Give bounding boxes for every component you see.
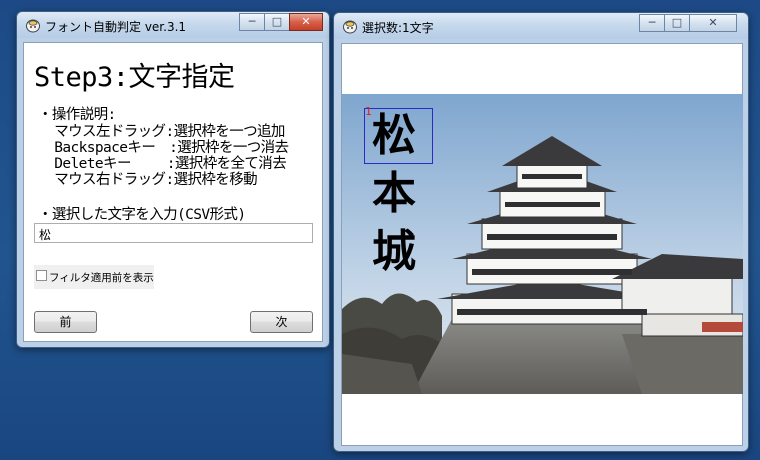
app-icon — [343, 20, 357, 34]
app-icon — [26, 19, 40, 33]
title-bar[interactable]: フォント自動判定 ver.3.1 ─ □ ✕ — [17, 12, 329, 38]
sign-char: 城 — [372, 226, 416, 277]
csv-input[interactable]: 松 — [34, 223, 313, 243]
step-title: Step3:文字指定 — [34, 62, 235, 93]
sign-char: 本 — [372, 168, 416, 219]
minimize-button[interactable]: ─ — [639, 14, 665, 32]
close-button[interactable]: ✕ — [689, 14, 737, 32]
minimize-button[interactable]: ─ — [239, 13, 265, 31]
selection-number: 1 — [365, 105, 372, 118]
next-button[interactable]: 次 — [250, 311, 313, 333]
title-bar[interactable]: 選択数:1文字 ─ □ ✕ — [334, 13, 748, 39]
maximize-button[interactable]: □ — [264, 13, 290, 31]
input-prompt: ・選択した文字を入力(CSV形式) — [38, 207, 246, 223]
window-title: 選択数:1文字 — [362, 21, 434, 35]
selection-box[interactable] — [364, 108, 433, 164]
castle-photo[interactable]: 松 本 城 1 — [342, 94, 743, 394]
maximize-button[interactable]: □ — [664, 14, 690, 32]
selection-window: 選択数:1文字 ─ □ ✕ 松 本 城 1 — [333, 12, 749, 452]
close-button[interactable]: ✕ — [289, 13, 323, 31]
font-detect-window: フォント自動判定 ver.3.1 ─ □ ✕ Step3:文字指定 ・操作説明:… — [16, 11, 330, 348]
left-client-area: Step3:文字指定 ・操作説明: マウス左ドラッグ:選択枠を一つ追加 Back… — [23, 42, 323, 342]
instruction-line: マウス右ドラッグ:選択枠を移動 — [38, 172, 257, 188]
show-before-filter-checkbox-row[interactable]: フィルタ適用前を表示 — [34, 265, 154, 289]
checkbox-label: フィルタ適用前を表示 — [49, 272, 154, 284]
show-before-filter-checkbox[interactable] — [36, 270, 47, 281]
window-title: フォント自動判定 ver.3.1 — [45, 20, 187, 34]
image-canvas[interactable]: 松 本 城 1 — [341, 43, 743, 446]
prev-button[interactable]: 前 — [34, 311, 97, 333]
